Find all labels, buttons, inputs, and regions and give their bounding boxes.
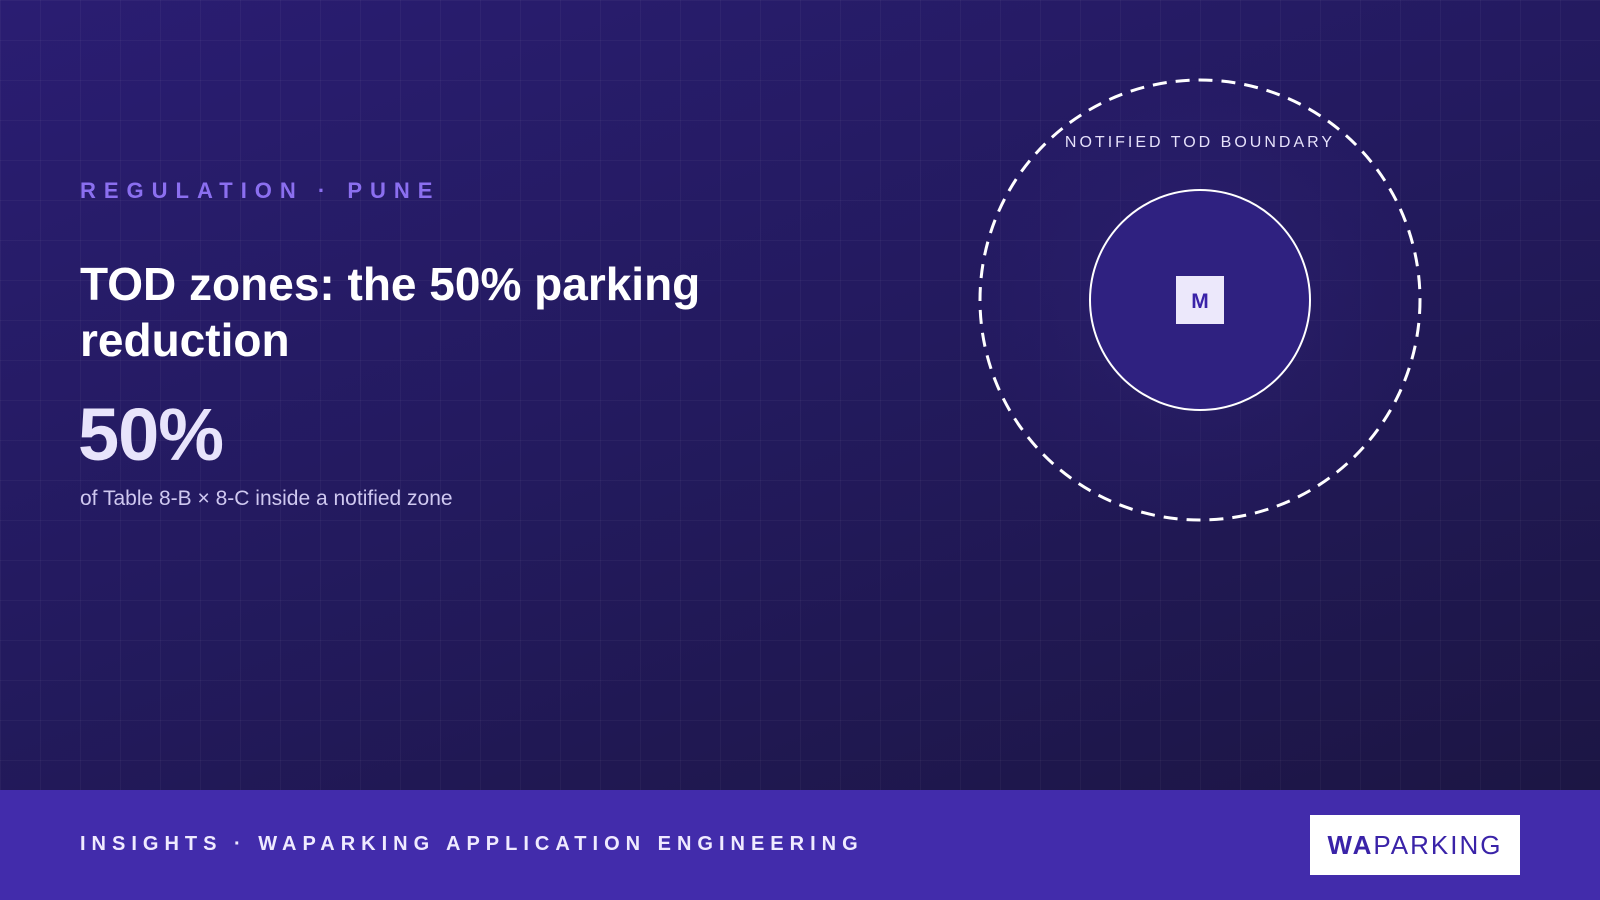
waparking-logo[interactable]: WA PARKING [1310,815,1520,875]
boundary-label: NOTIFIED TOD BOUNDARY [1065,134,1335,151]
footer-bar: INSIGHTS · WAPARKING APPLICATION ENGINEE… [0,790,1600,900]
tod-zone-diagram: NOTIFIED TOD BOUNDARY M [978,78,1422,522]
logo-text-wa: WA [1327,829,1374,860]
eyebrow-label: REGULATION · PUNE [80,178,441,203]
stat-caption: of Table 8-B × 8-C inside a notified zon… [80,487,453,510]
slide: REGULATION · PUNE TOD zones: the 50% par… [0,0,1600,900]
logo-text-parking: PARKING [1373,829,1503,860]
metro-station-icon: M [1191,290,1209,313]
page-title: TOD zones: the 50% parking reduction [80,258,701,366]
footer-text: INSIGHTS · WAPARKING APPLICATION ENGINEE… [80,833,864,855]
stat-value: 50% [78,393,224,476]
